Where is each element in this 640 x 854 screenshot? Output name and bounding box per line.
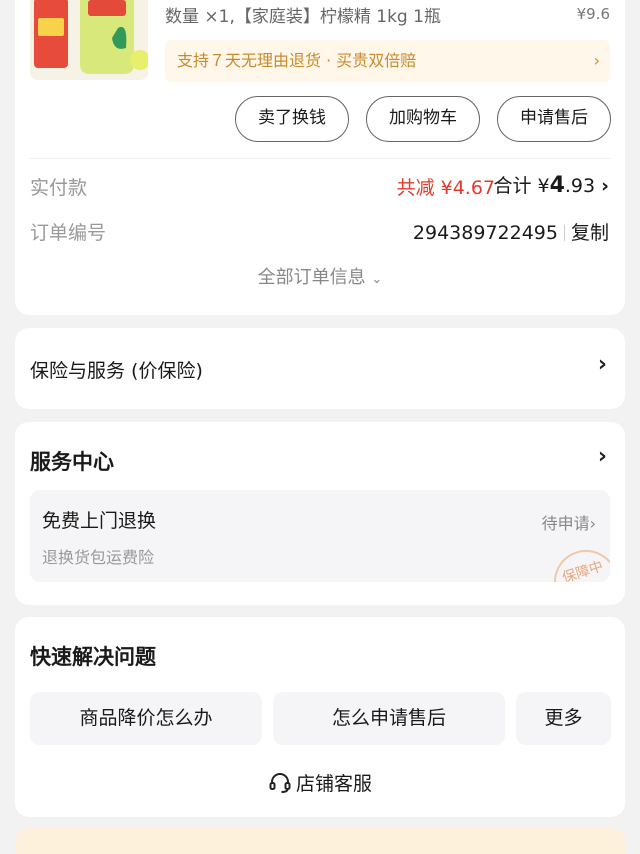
paid-label: 实付款	[30, 177, 88, 199]
product-thumbnail[interactable]	[30, 0, 148, 80]
service-center-title: 服务中心	[30, 450, 114, 474]
service-status[interactable]: 待申请›	[542, 510, 596, 534]
service-status-label: 待申请	[541, 514, 590, 533]
chevron-down-icon: ⌄	[371, 272, 383, 287]
chevron-right-icon[interactable]: ›	[598, 444, 607, 469]
all-order-info-toggle[interactable]: 全部订单信息 ⌄	[15, 263, 625, 289]
service-description: 退换货包运费险	[42, 548, 155, 567]
insurance-title: 保险与服务 (价保险)	[30, 360, 203, 382]
total-amount[interactable]: 合计 ¥4.93 ›	[493, 171, 609, 198]
quick-solve-title: 快速解决问题	[30, 645, 156, 669]
shop-customer-service-button[interactable]: 店铺客服	[15, 769, 625, 796]
chevron-right-icon: ›	[593, 51, 600, 70]
product-price: ¥9.6	[576, 5, 610, 23]
order-number: 294389722495	[412, 222, 558, 244]
chevron-right-icon: ›	[601, 175, 609, 197]
all-order-info-label: 全部订单信息	[257, 267, 366, 288]
plus-membership-card[interactable]	[15, 828, 625, 854]
guarantee-stamp: 保障中	[545, 541, 610, 582]
quick-solve-card: 快速解决问题 商品降价怎么办 怎么申请售后 更多 店铺客服	[15, 617, 625, 817]
chevron-right-icon: ›	[589, 514, 596, 533]
chevron-right-icon: ›	[597, 352, 607, 377]
divider	[563, 225, 565, 241]
add-cart-button[interactable]: 加购物车	[366, 96, 480, 142]
return-policy-bar[interactable]: 支持７天无理由退货 · 买贵双倍赔 ›	[165, 40, 610, 82]
discount-amount[interactable]: 共减 ¥4.67	[397, 173, 495, 200]
order-number-row: 294389722495 复制	[413, 218, 609, 245]
sell-button[interactable]: 卖了换钱	[235, 96, 349, 142]
customer-service-label: 店铺客服	[295, 773, 372, 795]
price-drop-help-button[interactable]: 商品降价怎么办	[30, 692, 262, 745]
after-sale-button[interactable]: 申请售后	[497, 96, 611, 142]
product-image	[30, 0, 148, 80]
divider	[30, 158, 610, 159]
total-integer: 4	[549, 173, 565, 198]
after-sale-help-button[interactable]: 怎么申请售后	[273, 692, 505, 745]
service-name: 免费上门退换	[42, 510, 157, 532]
service-center-card: 服务中心 › 免费上门退换 退换货包运费险 待申请› 保障中	[15, 422, 625, 605]
total-decimal: .93	[564, 175, 596, 197]
total-prefix: 合计 ¥	[493, 175, 550, 197]
order-card: 数量 ×1,【家庭装】柠檬精 1kg 1瓶 ¥9.6 支持７天无理由退货 · 买…	[15, 0, 625, 315]
copy-button[interactable]: 复制	[571, 222, 609, 244]
headset-icon	[269, 773, 291, 793]
insurance-service-card[interactable]: 保险与服务 (价保险) ›	[15, 328, 625, 409]
more-button[interactable]: 更多	[516, 692, 611, 745]
free-return-service[interactable]: 免费上门退换 退换货包运费险 待申请› 保障中	[30, 490, 610, 582]
return-policy-text: 支持７天无理由退货 · 买贵双倍赔	[177, 51, 417, 70]
order-number-label: 订单编号	[30, 222, 107, 244]
product-quantity: 数量 ×1,【家庭装】柠檬精 1kg 1瓶	[165, 7, 441, 27]
